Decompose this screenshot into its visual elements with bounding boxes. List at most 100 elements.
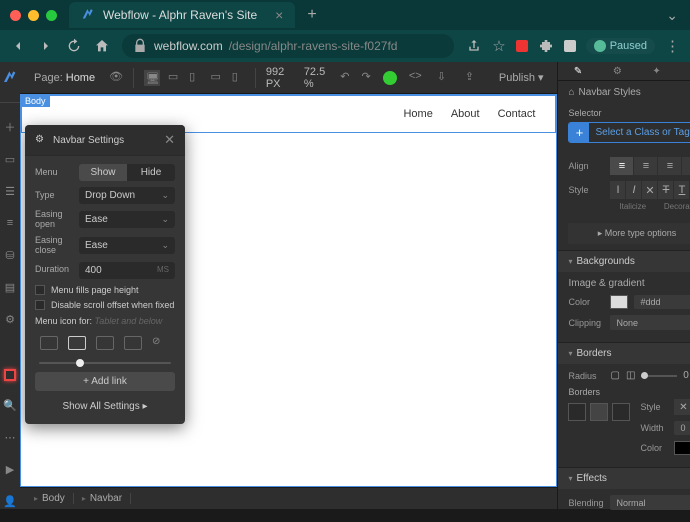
extension-3-icon[interactable] bbox=[564, 40, 576, 52]
border-none-icon[interactable]: ✕ bbox=[674, 399, 690, 415]
extensions-icon[interactable] bbox=[538, 38, 554, 54]
redo-icon[interactable]: ↷ bbox=[362, 70, 375, 86]
backgrounds-section[interactable]: Backgrounds bbox=[558, 250, 690, 272]
reload-icon[interactable] bbox=[66, 38, 82, 54]
device-phone-landscape[interactable] bbox=[96, 336, 114, 350]
preview-icon[interactable]: 👁 bbox=[109, 70, 123, 86]
device-none[interactable]: ⊘ bbox=[152, 336, 170, 350]
brush-tab-icon[interactable]: ✎ bbox=[569, 62, 587, 80]
webflow-logo-icon[interactable] bbox=[2, 70, 18, 86]
bg-color-value[interactable]: #ddd bbox=[634, 295, 690, 309]
extension-1-icon[interactable] bbox=[516, 40, 528, 52]
clipping-select[interactable]: None⌄ bbox=[610, 315, 690, 330]
crumb-body[interactable]: Body bbox=[26, 493, 74, 504]
breakpoint-slider[interactable] bbox=[39, 362, 171, 364]
new-tab-button[interactable]: + bbox=[307, 6, 316, 24]
settings-icon[interactable]: ⚙ bbox=[2, 311, 18, 327]
close-icon[interactable]: ✕ bbox=[164, 132, 175, 148]
forward-icon[interactable] bbox=[38, 38, 54, 54]
paused-badge[interactable]: Paused bbox=[586, 38, 655, 54]
tab-close-icon[interactable]: × bbox=[275, 7, 283, 23]
user-icon[interactable]: 👤 bbox=[2, 493, 18, 509]
borders-section[interactable]: Borders bbox=[558, 342, 690, 364]
align-center-icon[interactable]: ≡ bbox=[634, 157, 657, 175]
radius-mode-icon[interactable]: ▢ bbox=[610, 370, 619, 381]
bcolor-swatch[interactable] bbox=[674, 441, 690, 455]
device-tablet-icon[interactable]: ▭ bbox=[168, 70, 181, 86]
device-desktop-icon[interactable]: 🖥 bbox=[144, 70, 160, 86]
border-style-buttons[interactable]: ✕ — ╌ ⋯ bbox=[674, 399, 690, 415]
strike-icon[interactable]: T bbox=[658, 181, 673, 199]
border-all[interactable] bbox=[590, 403, 608, 421]
easing-open-select[interactable]: Ease bbox=[79, 211, 175, 228]
share-icon[interactable]: ⇪ bbox=[465, 70, 481, 86]
menu-toggle[interactable]: Show Hide bbox=[79, 164, 175, 181]
nav-link-about[interactable]: About bbox=[451, 108, 480, 120]
align-justify-icon[interactable]: ≡ bbox=[682, 157, 690, 175]
regular-icon[interactable]: I bbox=[610, 181, 625, 199]
bookmark-icon[interactable]: ☆ bbox=[492, 37, 505, 55]
width-input[interactable]: 0PX bbox=[674, 421, 690, 435]
show-all-settings-button[interactable]: Show All Settings ▸ bbox=[35, 397, 175, 416]
menu-icon[interactable]: ⋮ bbox=[665, 37, 680, 55]
help-icon[interactable]: ⋯ bbox=[2, 429, 18, 445]
video-icon[interactable]: ▶ bbox=[2, 461, 18, 477]
navigator-icon[interactable]: ☰ bbox=[2, 183, 18, 199]
address-bar[interactable]: webflow.com/design/alphr-ravens-site-f02… bbox=[122, 34, 454, 58]
body-tag[interactable]: Body bbox=[21, 95, 50, 107]
device-phone-icon[interactable]: ▯ bbox=[232, 70, 245, 86]
device-phone[interactable] bbox=[124, 336, 142, 350]
italic-icon[interactable]: I bbox=[626, 181, 641, 199]
window-controls[interactable] bbox=[10, 10, 57, 21]
code-icon[interactable]: <> bbox=[409, 70, 425, 86]
bg-color-swatch[interactable] bbox=[610, 295, 628, 309]
radius-slider[interactable] bbox=[641, 375, 677, 377]
canvas-width[interactable]: 992 PX bbox=[266, 66, 296, 90]
minimize-window[interactable] bbox=[28, 10, 39, 21]
type-select[interactable]: Drop Down bbox=[79, 187, 175, 204]
assets-icon[interactable]: ▤ bbox=[2, 279, 18, 295]
align-buttons[interactable]: ≡ ≡ ≡ ≡ bbox=[610, 157, 690, 175]
add-element-icon[interactable]: ＋ bbox=[2, 119, 18, 135]
nav-link-contact[interactable]: Contact bbox=[498, 108, 536, 120]
export-icon[interactable]: ⇩ bbox=[437, 70, 453, 86]
maximize-window[interactable] bbox=[46, 10, 57, 21]
cms-icon[interactable]: ≡ bbox=[2, 215, 18, 231]
border-top[interactable] bbox=[568, 403, 586, 421]
device-tablet-portrait[interactable] bbox=[68, 336, 86, 350]
underline-icon[interactable]: T bbox=[674, 181, 689, 199]
show-option[interactable]: Show bbox=[79, 164, 127, 181]
style-buttons[interactable]: I I ✕ T T T̄ bbox=[610, 181, 690, 199]
device-phone-landscape-icon[interactable]: ▭ bbox=[210, 70, 223, 86]
align-right-icon[interactable]: ≡ bbox=[658, 157, 681, 175]
align-left-icon[interactable]: ≡ bbox=[610, 157, 633, 175]
device-tablet-portrait-icon[interactable]: ▯ bbox=[189, 70, 202, 86]
ecommerce-icon[interactable]: ⛁ bbox=[2, 247, 18, 263]
share-icon[interactable] bbox=[466, 38, 482, 54]
class-selector[interactable]: + Select a Class or Tag bbox=[568, 122, 690, 143]
none-deco-icon[interactable]: ✕ bbox=[642, 181, 657, 199]
border-right[interactable] bbox=[612, 403, 630, 421]
settings-tab-icon[interactable]: ⚙ bbox=[608, 62, 626, 80]
close-window[interactable] bbox=[10, 10, 21, 21]
add-link-button[interactable]: + Add link bbox=[35, 372, 175, 391]
blending-select[interactable]: Normal⌄ bbox=[610, 495, 690, 510]
radius-corner-icon[interactable]: ◫ bbox=[626, 370, 635, 381]
effects-section[interactable]: Effects bbox=[558, 467, 690, 489]
fills-height-checkbox[interactable]: Menu fills page height bbox=[35, 285, 175, 295]
search-icon[interactable]: 🔍 bbox=[2, 397, 18, 413]
interactions-tab-icon[interactable]: ✦ bbox=[648, 62, 666, 80]
device-picker[interactable]: ⊘ bbox=[35, 332, 175, 354]
status-ok-icon[interactable] bbox=[383, 71, 397, 85]
hide-option[interactable]: Hide bbox=[127, 164, 175, 181]
home-icon[interactable] bbox=[94, 38, 110, 54]
canvas[interactable]: Body Home About Contact ⚙ Navbar Setting… bbox=[20, 94, 557, 487]
zoom-level[interactable]: 72.5 % bbox=[304, 66, 332, 90]
device-desktop[interactable] bbox=[40, 336, 58, 350]
add-class-icon[interactable]: + bbox=[569, 123, 589, 142]
duration-input[interactable]: 400MS bbox=[79, 262, 175, 279]
crumb-navbar[interactable]: Navbar bbox=[74, 493, 131, 504]
undo-icon[interactable]: ↶ bbox=[340, 70, 353, 86]
browser-tab[interactable]: Webflow - Alphr Raven's Site × bbox=[69, 2, 295, 28]
publish-button[interactable]: Publish ▾ bbox=[493, 69, 550, 86]
